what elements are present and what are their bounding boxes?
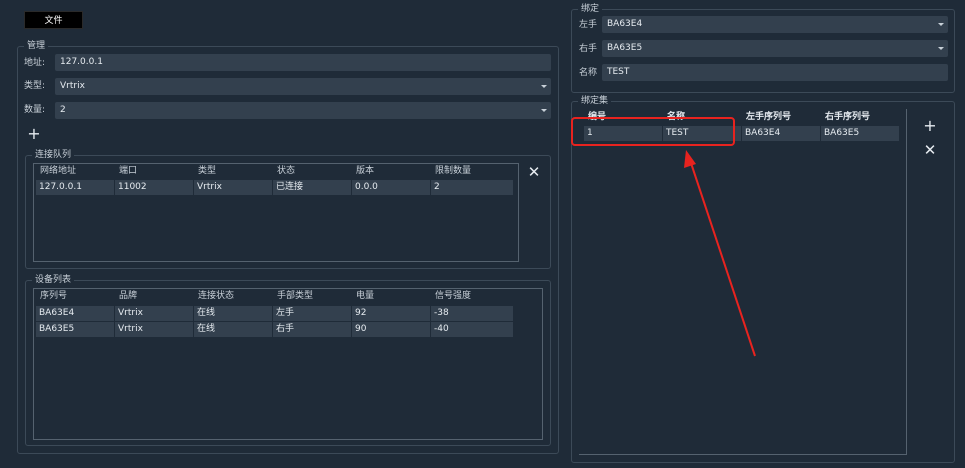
table-cell: 在线 xyxy=(194,306,273,321)
column-header: 限制数量 xyxy=(435,166,472,176)
plus-icon: + xyxy=(27,124,41,143)
left-hand-select[interactable]: BA63E4 xyxy=(602,16,948,33)
table-cell: -40 xyxy=(431,322,514,337)
add-binding-button[interactable]: + xyxy=(922,118,938,134)
close-icon: ✕ xyxy=(527,163,541,181)
column-header: 电量 xyxy=(356,291,375,301)
name-input[interactable]: TEST xyxy=(602,64,948,81)
remove-connection-button[interactable]: ✕ xyxy=(526,164,542,180)
type-select-value: Vrtrix xyxy=(60,81,85,91)
plus-icon: + xyxy=(923,116,937,135)
count-select-value: 2 xyxy=(60,105,66,115)
file-menu-button[interactable]: 文件 xyxy=(24,11,83,29)
device-list-title: 设备列表 xyxy=(32,274,75,286)
column-header: 端口 xyxy=(119,166,138,176)
table-cell: 已连接 xyxy=(273,180,352,195)
table-cell: TEST xyxy=(663,126,742,141)
type-label: 类型: xyxy=(24,81,46,91)
table-cell: 左手 xyxy=(273,306,352,321)
column-header: 序列号 xyxy=(40,291,68,301)
column-header: 状态 xyxy=(277,166,296,176)
right-hand-label: 右手 xyxy=(579,44,598,54)
table-row[interactable]: 1 TEST BA63E4 BA63E5 xyxy=(584,126,900,141)
chevron-down-icon xyxy=(938,23,944,26)
table-cell: BA63E5 xyxy=(821,126,900,141)
table-row[interactable]: 127.0.0.1 11002 Vrtrix 已连接 0.0.0 2 xyxy=(36,180,514,195)
column-header: 手部类型 xyxy=(277,291,314,301)
column-header: 右手序列号 xyxy=(825,112,871,122)
binding-set-title: 绑定集 xyxy=(578,95,612,107)
table-cell: 在线 xyxy=(194,322,273,337)
count-label: 数量: xyxy=(24,105,46,115)
table-cell: 92 xyxy=(352,306,431,321)
chevron-down-icon xyxy=(541,109,547,112)
binding-set-table: 编号 名称 左手序列号 右手序列号 1 TEST BA63E4 BA63E5 xyxy=(579,109,907,455)
address-label: 地址: xyxy=(24,58,46,68)
table-cell: 1 xyxy=(584,126,663,141)
table-cell: BA63E4 xyxy=(742,126,821,141)
address-input[interactable]: 127.0.0.1 xyxy=(55,54,551,71)
column-header: 连接状态 xyxy=(198,291,235,301)
left-hand-label: 左手 xyxy=(579,20,598,30)
left-hand-select-value: BA63E4 xyxy=(607,19,643,29)
table-cell: BA63E4 xyxy=(36,306,115,321)
table-cell: BA63E5 xyxy=(36,322,115,337)
table-cell: 90 xyxy=(352,322,431,337)
remove-binding-button[interactable]: ✕ xyxy=(922,142,938,158)
table-cell: 11002 xyxy=(115,180,194,195)
manage-group-title: 管理 xyxy=(24,40,49,52)
column-header: 名称 xyxy=(667,112,686,122)
column-header: 版本 xyxy=(356,166,375,176)
name-label: 名称 xyxy=(579,68,598,78)
table-cell: Vrtrix xyxy=(194,180,273,195)
add-connection-button[interactable]: + xyxy=(26,126,42,142)
right-hand-select-value: BA63E5 xyxy=(607,43,643,53)
table-cell: 127.0.0.1 xyxy=(36,180,115,195)
chevron-down-icon xyxy=(541,85,547,88)
table-cell: 0.0.0 xyxy=(352,180,431,195)
column-header: 编号 xyxy=(588,112,607,122)
column-header: 品牌 xyxy=(119,291,138,301)
right-hand-select[interactable]: BA63E5 xyxy=(602,40,948,57)
column-header: 左手序列号 xyxy=(746,112,792,122)
count-select[interactable]: 2 xyxy=(55,102,551,119)
connection-queue-title: 连接队列 xyxy=(32,149,75,161)
table-cell: 2 xyxy=(431,180,514,195)
close-icon: ✕ xyxy=(923,141,937,159)
table-row[interactable]: BA63E5 Vrtrix 在线 右手 90 -40 xyxy=(36,322,514,337)
device-list-table: 序列号 品牌 连接状态 手部类型 电量 信号强度 BA63E4 Vrtrix 在… xyxy=(33,288,543,440)
table-cell: 右手 xyxy=(273,322,352,337)
table-row[interactable]: BA63E4 Vrtrix 在线 左手 92 -38 xyxy=(36,306,514,321)
table-cell: Vrtrix xyxy=(115,306,194,321)
column-header: 类型 xyxy=(198,166,217,176)
chevron-down-icon xyxy=(938,47,944,50)
table-cell: Vrtrix xyxy=(115,322,194,337)
column-header: 网络地址 xyxy=(40,166,77,176)
column-header: 信号强度 xyxy=(435,291,472,301)
table-cell: -38 xyxy=(431,306,514,321)
type-select[interactable]: Vrtrix xyxy=(55,78,551,95)
connection-queue-table: 网络地址 端口 类型 状态 版本 限制数量 127.0.0.1 11002 Vr… xyxy=(33,163,519,262)
binding-group-title: 绑定 xyxy=(578,3,603,15)
